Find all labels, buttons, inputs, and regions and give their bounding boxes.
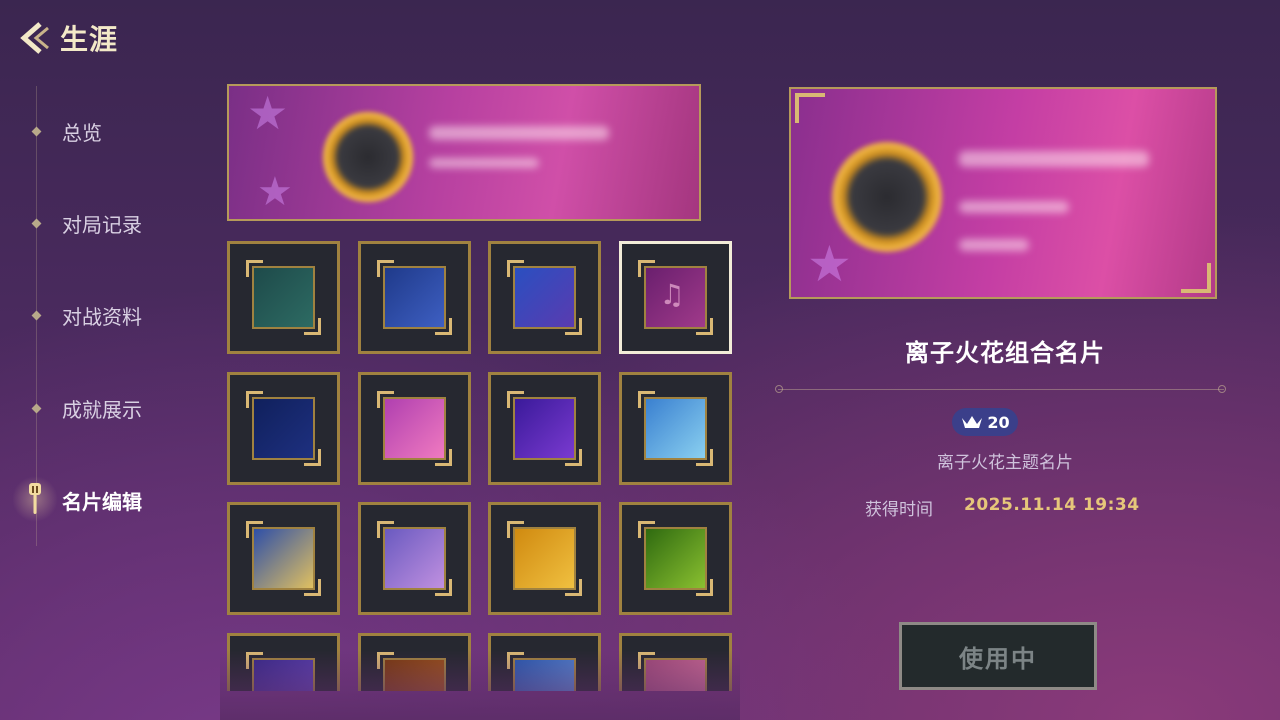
crown-icon xyxy=(962,416,983,428)
sidebar-item-label: 对局记录 xyxy=(62,212,142,237)
frame-corner xyxy=(565,318,582,335)
frame-corner xyxy=(434,318,452,335)
sidebar-item-label: 总览 xyxy=(62,120,102,145)
sidebar-item-overview[interactable]: 总览 xyxy=(0,111,200,151)
sidebar-item-label: 成就展示 xyxy=(62,397,142,422)
card-tile[interactable] xyxy=(227,371,340,485)
acquired-time: 2025.11.14 19:34 xyxy=(964,495,1140,515)
top-bar: 生涯 xyxy=(14,18,118,58)
back-arrow-icon xyxy=(20,22,49,54)
blurred-name xyxy=(959,151,1149,167)
divider-end xyxy=(775,385,783,393)
page-title: 生涯 xyxy=(60,23,119,56)
sidebar-nav: 总览 对局记录 对战资料 成就展示 名片编辑 xyxy=(0,86,200,546)
sidebar-item-battle-stats[interactable]: 对战资料 xyxy=(0,295,200,335)
grid-fade xyxy=(220,650,740,720)
avatar xyxy=(831,141,943,253)
divider xyxy=(778,389,1224,390)
blurred-info xyxy=(429,158,539,168)
spatula-icon xyxy=(29,483,41,514)
card-tile[interactable] xyxy=(227,502,340,615)
frame-corner xyxy=(304,579,321,596)
star-icon: ★ xyxy=(257,169,293,215)
frame-corner xyxy=(507,521,524,538)
frame-corner xyxy=(565,579,582,596)
card-tile[interactable] xyxy=(227,241,340,354)
frame-corner xyxy=(637,260,655,277)
card-tile[interactable] xyxy=(357,371,471,485)
card-tile[interactable]: ♫ xyxy=(618,241,732,354)
divider-end xyxy=(1218,385,1226,393)
frame-corner xyxy=(637,390,655,408)
frame-corner xyxy=(376,390,394,408)
blurred-info xyxy=(959,201,1069,213)
rarity-badge: 20 xyxy=(952,408,1018,436)
card-tile[interactable] xyxy=(618,371,732,485)
card-tile[interactable] xyxy=(488,371,601,485)
sidebar-item-achievements[interactable]: 成就展示 xyxy=(0,388,200,428)
sidebar-item-label: 名片编辑 xyxy=(62,489,142,514)
nav-dot-icon xyxy=(31,218,42,228)
frame-corner xyxy=(565,448,582,466)
acquired-label: 获得时间 xyxy=(865,500,933,520)
frame-corner xyxy=(507,390,524,408)
nav-dot-icon xyxy=(31,310,42,320)
card-name: 离子火花组合名片 xyxy=(905,339,1105,367)
card-tile[interactable] xyxy=(488,502,601,615)
back-button[interactable] xyxy=(14,18,54,58)
blurred-name xyxy=(429,126,609,140)
star-icon: ★ xyxy=(247,86,289,140)
card-tile[interactable] xyxy=(357,241,471,354)
frame-corner xyxy=(376,521,394,538)
frame-corner xyxy=(695,318,713,335)
badge-value: 20 xyxy=(987,412,1010,432)
frame-corner xyxy=(695,579,713,596)
card-grid: ♫ xyxy=(227,241,732,691)
frame-corner xyxy=(304,318,321,335)
frame-corner xyxy=(246,260,263,277)
nav-dot-icon xyxy=(31,126,42,136)
frame-corner xyxy=(1181,263,1211,293)
blurred-info xyxy=(959,239,1029,251)
frame-corner xyxy=(304,448,321,466)
frame-corner xyxy=(246,390,263,408)
nav-dot-icon xyxy=(31,403,42,413)
card-preview-banner: ★ ★ xyxy=(227,84,701,221)
sidebar-item-match-history[interactable]: 对局记录 xyxy=(0,203,200,243)
frame-corner xyxy=(376,260,394,277)
card-tile[interactable] xyxy=(357,502,471,615)
frame-corner xyxy=(507,260,524,277)
card-tile[interactable] xyxy=(618,502,732,615)
card-theme: 离子火花主题名片 xyxy=(937,453,1073,473)
sidebar-item-card-edit[interactable]: 名片编辑 xyxy=(0,476,200,522)
selected-card-preview: ★ xyxy=(789,87,1217,299)
frame-corner xyxy=(434,448,452,466)
frame-corner xyxy=(795,93,825,123)
card-tile[interactable] xyxy=(488,241,601,354)
frame-corner xyxy=(637,521,655,538)
star-icon: ★ xyxy=(807,235,852,293)
in-use-button[interactable]: 使用中 xyxy=(899,622,1097,690)
sidebar-item-label: 对战资料 xyxy=(62,304,142,329)
frame-corner xyxy=(246,521,263,538)
avatar xyxy=(322,111,414,203)
frame-corner xyxy=(695,448,713,466)
music-note-icon: ♫ xyxy=(659,278,685,311)
frame-corner xyxy=(434,579,452,596)
